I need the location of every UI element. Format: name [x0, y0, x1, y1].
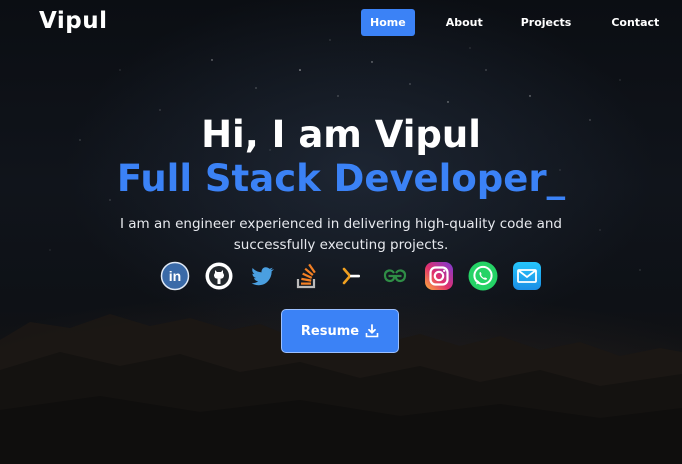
- hero-description: I am an engineer experienced in deliveri…: [120, 216, 562, 253]
- whatsapp-link[interactable]: [466, 259, 500, 293]
- github-link[interactable]: [202, 259, 236, 293]
- stackoverflow-icon: [296, 263, 316, 289]
- linkedin-link[interactable]: in: [158, 259, 192, 293]
- nav-projects[interactable]: Projects: [512, 9, 581, 36]
- hackerrank-icon: [342, 267, 360, 285]
- email-icon: [513, 262, 541, 290]
- github-icon: [205, 262, 233, 290]
- geeksforgeeks-icon: [383, 269, 407, 283]
- brand-logo[interactable]: Vipul: [39, 8, 108, 34]
- twitter-link[interactable]: [246, 259, 280, 293]
- instagram-icon: [425, 262, 453, 290]
- resume-button-label: Resume: [300, 323, 360, 339]
- svg-text:in: in: [169, 268, 181, 284]
- social-links: in: [158, 259, 544, 293]
- instagram-link[interactable]: [422, 259, 456, 293]
- top-navigation: Home About Projects Contact: [361, 9, 668, 36]
- nav-about[interactable]: About: [437, 9, 492, 36]
- nav-contact[interactable]: Contact: [602, 9, 668, 36]
- download-icon: [365, 324, 379, 338]
- resume-button[interactable]: Resume: [281, 309, 399, 353]
- hero-role: Full Stack Developer_: [116, 157, 566, 200]
- hackerrank-link[interactable]: [334, 259, 368, 293]
- email-link[interactable]: [510, 259, 544, 293]
- linkedin-icon: in: [160, 261, 190, 291]
- whatsapp-icon: [468, 261, 498, 291]
- nav-home[interactable]: Home: [361, 9, 415, 36]
- hero-greeting: Hi, I am Vipul: [201, 113, 481, 156]
- stackoverflow-link[interactable]: [290, 259, 324, 293]
- geeksforgeeks-link[interactable]: [378, 259, 412, 293]
- twitter-icon: [251, 267, 274, 286]
